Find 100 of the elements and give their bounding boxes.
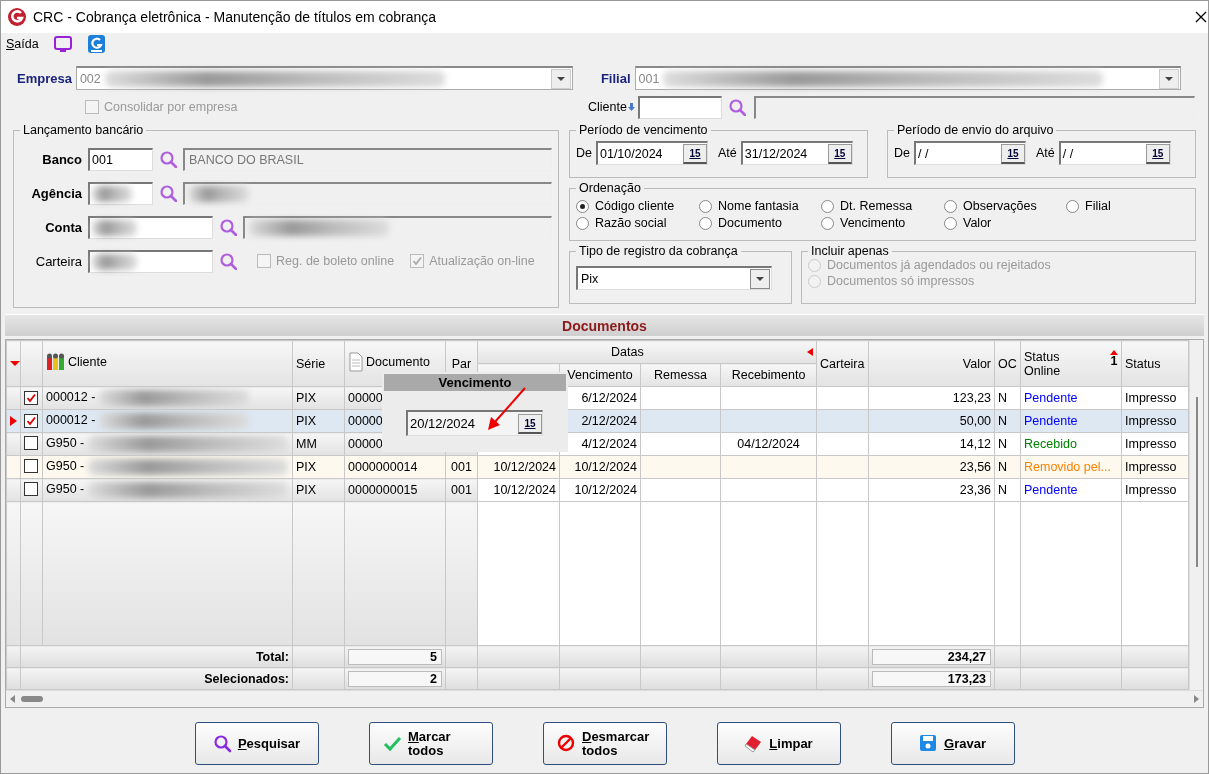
calendar-button[interactable]: 15 [518,413,542,434]
radio-button[interactable] [699,199,712,213]
radio-label: Filial [1085,199,1111,213]
dropdown-button[interactable] [1158,68,1179,89]
column-header[interactable]: Status Online 1 [1020,340,1122,387]
checkbox[interactable] [24,390,38,405]
checkbox[interactable] [24,413,38,428]
action-button[interactable]: Marcar todos [368,722,493,765]
table-cell: 04/12/2024 [737,437,800,451]
date-field[interactable]: 20/12/2024 15 [406,410,543,436]
date-field[interactable]: 31/12/2024 15 [740,141,853,165]
horizontal-scrollbar[interactable] [6,690,1203,707]
code-field[interactable]: 001 [88,147,153,171]
table-cell: 23,36 [959,483,992,497]
dropdown-button[interactable] [750,268,770,289]
cancel-icon [557,734,576,753]
table-cell: N [998,414,1008,428]
table-cell: 001 [451,460,472,474]
people-icon [46,353,65,371]
action-button[interactable]: Limpar [716,722,841,765]
type-dropdown[interactable]: Pix [576,266,772,290]
monitor-icon[interactable] [52,35,73,53]
scroll-right-icon[interactable] [1194,695,1199,703]
client-field[interactable] [637,95,722,119]
table-cell: 10/12/2024 [493,483,556,497]
calendar-button[interactable]: 15 [1001,143,1025,164]
radio-label: Código cliente [595,199,675,213]
search-icon [212,734,232,753]
column-header[interactable] [6,340,21,387]
scroll-thumb[interactable] [1196,397,1199,567]
scroll-left-icon[interactable] [10,695,15,703]
caret-icon [755,275,765,282]
search-icon[interactable] [219,252,237,270]
table-cell: Impresso [1125,437,1177,451]
calendar-button[interactable]: 15 [1145,143,1170,164]
checkbox-label: Consolidar por empresa [104,100,238,114]
sort-down-icon [10,361,20,366]
table-cell: 6/12/2024 [581,391,637,405]
radio-button[interactable] [576,199,589,213]
radio-button[interactable] [1066,199,1079,213]
date-field[interactable]: / / 15 [914,141,1026,165]
menu-item[interactable]: Saída [6,37,39,51]
scroll-thumb[interactable] [21,696,43,702]
date-field[interactable]: 01/10/2024 15 [596,141,708,165]
table-cell: 10/12/2024 [493,460,556,474]
app-logo-icon[interactable] [86,34,106,54]
radio-label: Nome fantasia [718,199,799,213]
vertical-scrollbar[interactable] [1189,340,1203,690]
column-header[interactable]: Cliente [42,340,293,387]
table-cell: 00000 [348,391,383,405]
table-cell: 000012 - [46,390,96,405]
search-icon[interactable] [159,184,177,202]
branch-combo[interactable]: 001 [634,66,1181,90]
table-cell: 4/12/2024 [581,437,637,451]
caret-icon [555,75,566,82]
search-icon[interactable] [219,218,237,236]
action-button[interactable]: Desmarcar todos [542,722,667,765]
date-field[interactable]: / / 15 [1058,141,1171,165]
table-cell: N [998,391,1008,405]
table-cell: Recebido [1024,437,1077,451]
check-icon [25,415,37,426]
calendar-button[interactable]: 15 [827,143,852,164]
code-field[interactable] [88,181,153,205]
code-field[interactable] [88,215,213,239]
radio-button[interactable] [576,216,589,230]
radio-label: Documento [718,216,782,230]
column-header[interactable]: Status [1121,340,1189,387]
collapse-icon[interactable] [807,348,814,356]
action-button[interactable]: Pesquisar [194,722,319,765]
search-icon[interactable] [159,150,177,168]
column-group-header[interactable]: Datas [477,340,817,364]
action-button[interactable]: Gravar [890,722,1015,765]
company-combo[interactable]: 002 [75,66,573,90]
radio-label: Documentos já agendados ou rejeitados [827,258,1051,272]
dropdown-button[interactable] [550,68,571,89]
field-label: Até [718,146,737,160]
column-header[interactable]: Carteira [816,340,869,387]
checkbox[interactable] [24,458,38,473]
calendar-button[interactable]: 15 [683,143,707,164]
column-header[interactable]: Valor [868,340,995,387]
column-header[interactable]: Série [292,340,345,387]
check-icon [411,256,423,266]
sort-indicator: 1 [1110,349,1119,367]
checkbox[interactable] [24,435,38,450]
checkbox[interactable] [24,481,38,496]
radio-button[interactable] [699,216,712,230]
search-icon[interactable] [727,98,746,116]
table-cell: PIX [296,460,317,474]
radio-button[interactable] [944,199,957,213]
radio-button[interactable] [821,199,834,213]
radio-button[interactable] [944,216,957,230]
radio-label: Valor [963,216,992,230]
close-icon[interactable] [1194,10,1208,24]
field-label: Cliente [588,100,627,114]
code-field[interactable] [88,249,213,273]
column-header[interactable]: OC [994,340,1021,387]
down-arrow-icon [626,102,636,112]
table-cell: N [998,460,1008,474]
radio-button[interactable] [821,216,834,230]
name-field: BANCO DO BRASIL [183,147,552,171]
